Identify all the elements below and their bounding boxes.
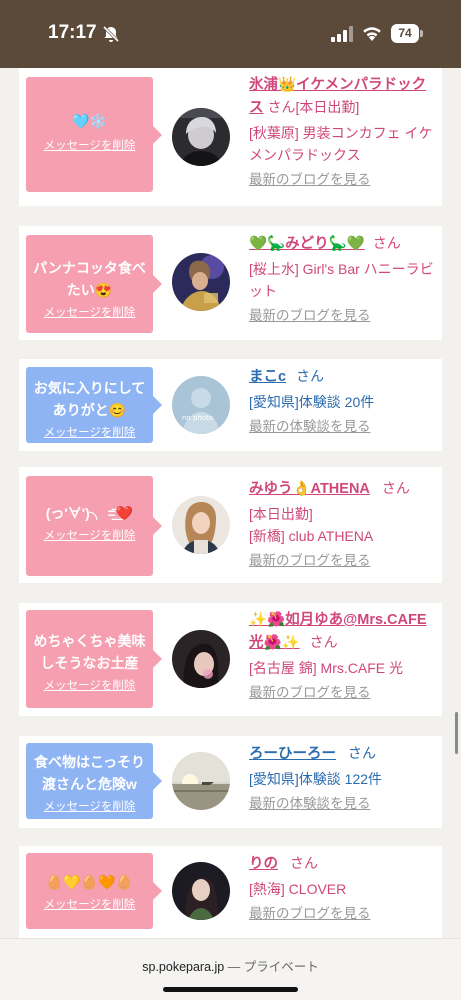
message-bubble: 🥚💛🥚🧡🥚 メッセージを削除	[26, 853, 162, 929]
message-bubble: お気に入りにしてありがと😊 メッセージを削除	[26, 367, 162, 443]
site-domain: sp.pokepara.jp	[142, 960, 225, 974]
delete-message-link[interactable]: メッセージを削除	[44, 896, 136, 912]
delete-message-link[interactable]: メッセージを削除	[44, 304, 136, 320]
honorific: さん	[372, 235, 401, 251]
profile-info: まこc さん [愛知県]体験談 20件 最新の体験談を見る	[249, 365, 439, 436]
profile-info: 💚🦕みどり🦕💚 さん [桜上水] Girl's Bar ハニーラビット 最新のブロ…	[249, 232, 439, 325]
profile-info: りの さん [熱海] CLOVER 最新のブログを見る	[249, 852, 439, 923]
honorific: さん	[267, 99, 296, 115]
message-bubble: 食べ物はこっそり渡さんと危険w メッセージを削除	[26, 743, 162, 819]
latest-blog-link[interactable]: 最新のブログを見る	[249, 307, 439, 325]
message-text: (っ'∀')╮ =͟͟͞͞❤️	[45, 505, 134, 521]
delete-message-link[interactable]: メッセージを削除	[44, 137, 136, 153]
avatar[interactable]	[172, 630, 230, 688]
cellular-signal-icon	[331, 26, 353, 42]
honorific: さん	[381, 480, 410, 496]
shop-info: [桜上水] Girl's Bar ハニーラビット	[249, 261, 434, 299]
message-bubble: パンナコッタ食べたい😍 メッセージを削除	[26, 235, 162, 333]
honorific: さん	[348, 745, 376, 761]
profile-name-link[interactable]: 💚🦕みどり🦕💚	[249, 236, 365, 252]
honorific: さん	[309, 634, 338, 650]
message-text: 🥚💛🥚🧡🥚	[45, 874, 134, 890]
latest-blog-link[interactable]: 最新のブログを見る	[249, 552, 439, 570]
review-count: [愛知県]体験談 122件	[249, 771, 383, 787]
profile-name-link[interactable]: ✨🌺如月ゆあ@Mrs.CAFE光🌺✨	[249, 612, 427, 651]
profile-info: 氷浦👑イケメンパラドックス さん[本日出勤] [秋葉原] 男装コンカフェ イケメン…	[249, 74, 439, 189]
avatar[interactable]	[172, 496, 230, 554]
message-bubble: 🩵❄️ メッセージを削除	[26, 77, 162, 192]
message-card: パンナコッタ食べたい😍 メッセージを削除 💚🦕みどり🦕💚 さん [桜上水] Gir…	[19, 226, 442, 340]
latest-blog-link[interactable]: 最新のブログを見る	[249, 684, 439, 702]
avatar[interactable]	[172, 862, 230, 920]
delete-message-link[interactable]: メッセージを削除	[44, 677, 136, 693]
latest-review-link[interactable]: 最新の体験談を見る	[249, 418, 439, 436]
delete-message-link[interactable]: メッセージを削除	[44, 798, 136, 814]
clock: 17:17	[48, 22, 97, 43]
profile-name-link[interactable]: みゆう👌ATHENA	[249, 481, 370, 497]
profile-name-link[interactable]: ろーひーろー	[249, 746, 336, 762]
latest-blog-link[interactable]: 最新のブログを見る	[249, 905, 439, 923]
avatar[interactable]	[172, 108, 230, 166]
profile-info: ろーひーろー さん [愛知県]体験談 122件 最新の体験談を見る	[249, 742, 439, 813]
shop-info: [秋葉原] 男装コンカフェ イケメンパラドックス	[249, 125, 433, 163]
battery-level: 74	[391, 24, 419, 43]
avatar[interactable]	[172, 253, 230, 311]
message-text: 🩵❄️	[72, 113, 107, 129]
wifi-icon	[363, 27, 381, 41]
message-text: お気に入りにしてありがと😊	[33, 380, 146, 418]
delete-message-link[interactable]: メッセージを削除	[44, 527, 136, 543]
bell-off-icon	[102, 25, 120, 43]
scrollbar[interactable]	[455, 712, 458, 754]
shop-info: [新橋] club ATHENA	[249, 528, 374, 544]
message-card: めちゃくちゃ美味しそうなお土産 メッセージを削除 ✨🌺如月ゆあ@Mrs.CAFE…	[19, 603, 442, 716]
message-card: (っ'∀')╮ =͟͟͞͞❤️ メッセージを削除 みゆう👌ATHENA さん [本…	[19, 467, 442, 583]
message-card: お気に入りにしてありがと😊 メッセージを削除 no photo まこc さん [愛…	[19, 359, 442, 451]
latest-blog-link[interactable]: 最新のブログを見る	[249, 171, 439, 189]
review-count: [愛知県]体験談 20件	[249, 394, 375, 410]
latest-review-link[interactable]: 最新の体験談を見る	[249, 795, 439, 813]
delete-message-link[interactable]: メッセージを削除	[44, 424, 136, 440]
shift-status: [本日出勤]	[249, 506, 313, 522]
separator: —	[227, 960, 241, 974]
avatar[interactable]: no photo	[172, 376, 230, 434]
message-card: 🩵❄️ メッセージを削除 氷浦👑イケメンパラドックス さん[本日出勤] [秋葉原]…	[19, 68, 442, 206]
honorific: さん	[290, 855, 318, 871]
message-bubble: (っ'∀')╮ =͟͟͞͞❤️ メッセージを削除	[26, 476, 162, 576]
message-card: 食べ物はこっそり渡さんと危険w メッセージを削除 ろーひーろー さん [愛知県]体…	[19, 736, 442, 828]
private-mode-label: プライベート	[243, 960, 319, 974]
message-text: めちゃくちゃ美味しそうなお土産	[33, 633, 146, 671]
no-photo-label: no photo	[182, 414, 213, 422]
message-bubble: めちゃくちゃ美味しそうなお土産 メッセージを削除	[26, 610, 162, 708]
honorific: さん	[296, 368, 325, 384]
status-bar: 17:17 74	[0, 0, 461, 68]
profile-info: みゆう👌ATHENA さん [本日出勤] [新橋] club ATHENA 最新の…	[249, 477, 439, 570]
shop-info: [熱海] CLOVER	[249, 881, 347, 897]
battery-indicator: 74	[391, 24, 423, 43]
shift-status: [本日出勤]	[295, 99, 360, 115]
message-text: 食べ物はこっそり渡さんと危険w	[33, 754, 146, 792]
profile-name-link[interactable]: まこc	[249, 369, 286, 385]
home-indicator[interactable]	[163, 987, 298, 992]
profile-info: ✨🌺如月ゆあ@Mrs.CAFE光🌺✨ さん [名古屋 錦] Mrs.CAFE 光 …	[249, 609, 439, 702]
profile-name-link[interactable]: りの	[249, 856, 278, 872]
message-card: 🥚💛🥚🧡🥚 メッセージを削除 りの さん [熱海] CLOVER 最新のブログを見…	[19, 846, 442, 938]
address-text[interactable]: sp.pokepara.jp — プライベート	[0, 956, 461, 975]
avatar[interactable]	[172, 752, 230, 810]
shop-info: [名古屋 錦] Mrs.CAFE 光	[249, 660, 403, 676]
message-text: パンナコッタ食べたい😍	[33, 260, 146, 298]
